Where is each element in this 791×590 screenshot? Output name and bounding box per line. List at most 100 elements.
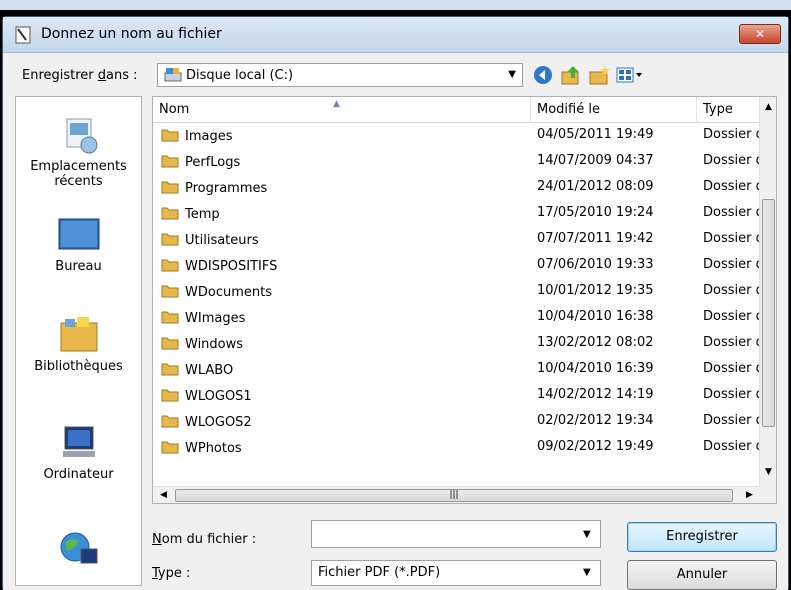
file-name: WDocuments — [161, 283, 272, 300]
file-type: Dossier de fichiers — [703, 387, 760, 402]
file-date: 10/04/2010 16:38 — [537, 309, 654, 324]
sort-ascending-icon: ▲ — [333, 99, 340, 109]
file-date: 07/07/2011 19:42 — [537, 231, 654, 246]
file-list[interactable]: Nom ▲ Modifié le Type Images 04/05/2011 1… — [152, 96, 777, 504]
table-row[interactable]: PerfLogs 14/07/2009 04:37 Dossier de fichi… — [153, 149, 760, 175]
file-date: 09/02/2012 19:49 — [537, 439, 654, 454]
folder-icon — [161, 129, 179, 142]
table-row[interactable]: Images 04/05/2011 19:49 Dossier de fichier… — [153, 123, 760, 149]
file-date: 04/05/2011 19:49 — [537, 127, 654, 142]
table-row[interactable]: WDISPOSITIFS 07/06/2010 19:33 Dossier de f… — [153, 253, 760, 279]
dialog-body: Enregistrer dans : Disque local (C:) ▼ E… — [3, 53, 788, 590]
chevron-down-icon[interactable]: ▼ — [583, 567, 591, 578]
folder-icon — [161, 311, 179, 324]
vertical-scroll-thumb[interactable] — [762, 199, 775, 427]
file-name: PerfLogs — [161, 153, 240, 170]
folder-icon — [161, 259, 179, 272]
close-button[interactable]: ✕ — [739, 24, 781, 44]
folder-icon — [161, 337, 179, 350]
chevron-down-icon: ▼ — [508, 69, 516, 80]
places-bar: Emplacements récents Bureau Bibliothèque… — [15, 96, 142, 586]
save-in-label: Enregistrer dans : — [22, 68, 138, 83]
scroll-left-icon[interactable]: ◀ — [155, 487, 172, 503]
file-type: Dossier de fichiers — [703, 309, 760, 324]
place-computer[interactable]: Ordinateur — [16, 423, 141, 482]
file-name: WPhotos — [161, 439, 242, 456]
scroll-right-icon[interactable]: ▶ — [741, 487, 758, 503]
save-in-value: Disque local (C:) — [186, 68, 294, 83]
place-recent[interactable]: Emplacements récents — [16, 115, 141, 189]
folder-icon — [161, 155, 179, 168]
table-row[interactable]: Windows 13/02/2012 08:02 Dossier de fichie… — [153, 331, 760, 357]
file-date: 13/02/2012 08:02 — [537, 335, 654, 350]
table-row[interactable]: WImages 10/04/2010 16:38 Dossier de fichie… — [153, 305, 760, 331]
table-row[interactable]: WPhotos 09/02/2012 19:49 Dossier de fichie… — [153, 435, 760, 461]
file-name: WDISPOSITIFS — [161, 257, 277, 274]
file-name: WLABO — [161, 361, 233, 378]
file-name: WImages — [161, 309, 245, 326]
place-label: Bureau — [55, 259, 102, 274]
file-type: Dossier de fichiers — [703, 179, 760, 194]
file-date: 07/06/2010 19:33 — [537, 257, 654, 272]
file-date: 24/01/2012 08:09 — [537, 179, 654, 194]
cancel-button[interactable]: Annuler — [627, 560, 777, 590]
file-name: Utilisateurs — [161, 231, 259, 248]
table-row[interactable]: WLABO 10/04/2010 16:39 Dossier de fichiers — [153, 357, 760, 383]
desktop-icon — [58, 218, 99, 250]
libraries-icon — [60, 317, 97, 352]
place-label: récents — [54, 174, 103, 189]
network-icon — [60, 532, 97, 564]
app-icon — [15, 26, 31, 44]
table-row[interactable]: WDocuments 10/01/2012 19:35 Dossier de fic… — [153, 279, 760, 305]
column-modified[interactable]: Modifié le — [531, 97, 697, 123]
file-type: Dossier de fichiers — [703, 257, 760, 272]
new-folder-button[interactable] — [587, 64, 611, 86]
table-row[interactable]: Temp 17/05/2010 19:24 Dossier de fichiers — [153, 201, 760, 227]
table-row[interactable]: Programmes 24/01/2012 08:09 Dossier de fic… — [153, 175, 760, 201]
file-date: 17/05/2010 19:24 — [537, 205, 654, 220]
folder-icon — [161, 233, 179, 246]
place-libraries[interactable]: Bibliothèques — [16, 315, 141, 374]
vertical-scrollbar[interactable]: ▲ ▼ — [759, 97, 776, 503]
file-name: Images — [161, 127, 233, 144]
place-label: Emplacements — [30, 159, 127, 174]
save-button[interactable]: Enregistrer — [627, 522, 777, 552]
folder-icon — [161, 441, 179, 454]
up-folder-button[interactable] — [559, 64, 583, 86]
table-row[interactable]: WLOGOS2 02/02/2012 19:34 Dossier de fichie… — [153, 409, 760, 435]
type-dropdown[interactable]: Fichier PDF (*.PDF) — [311, 560, 601, 586]
file-date: 14/02/2012 14:19 — [537, 387, 654, 402]
file-type: Dossier de fichiers — [703, 361, 760, 376]
type-label: Type : — [152, 566, 191, 581]
folder-icon — [161, 363, 179, 376]
column-type[interactable]: Type — [697, 97, 760, 123]
place-label: Ordinateur — [43, 467, 114, 482]
chevron-down-icon[interactable]: ▼ — [583, 529, 591, 540]
place-network[interactable] — [16, 529, 141, 573]
file-name: Programmes — [161, 179, 267, 196]
file-type: Dossier de fichiers — [703, 439, 760, 454]
view-menu-button[interactable] — [615, 64, 645, 86]
table-row[interactable]: Utilisateurs 07/07/2011 19:42 Dossier de f… — [153, 227, 760, 253]
save-in-dropdown[interactable]: Disque local (C:) ▼ — [157, 63, 523, 87]
column-name[interactable]: Nom ▲ — [153, 97, 531, 123]
table-row[interactable]: WLOGOS1 14/02/2012 14:19 Dossier de fichie… — [153, 383, 760, 409]
place-desktop[interactable]: Bureau — [16, 215, 141, 274]
scroll-up-icon[interactable]: ▲ — [760, 99, 776, 116]
folder-icon — [161, 181, 179, 194]
file-name: Temp — [161, 205, 220, 222]
file-name: WLOGOS2 — [161, 413, 252, 430]
save-dialog: Donnez un nom au fichier ✕ Enregistrer d… — [2, 16, 789, 590]
title-bar: Donnez un nom au fichier ✕ — [3, 17, 788, 53]
folder-icon — [161, 207, 179, 220]
back-button[interactable] — [531, 64, 555, 86]
file-type: Dossier de fichiers — [703, 413, 760, 428]
file-name: Windows — [161, 335, 243, 352]
horizontal-scroll-thumb[interactable]: ||| — [175, 489, 733, 502]
scroll-down-icon[interactable]: ▼ — [760, 464, 776, 481]
filename-input[interactable] — [311, 520, 601, 548]
horizontal-scrollbar[interactable]: ◀ ||| ▶ — [153, 486, 760, 503]
filename-label: Nom du fichier : — [152, 532, 257, 547]
drive-icon — [164, 68, 182, 82]
folder-icon — [161, 415, 179, 428]
